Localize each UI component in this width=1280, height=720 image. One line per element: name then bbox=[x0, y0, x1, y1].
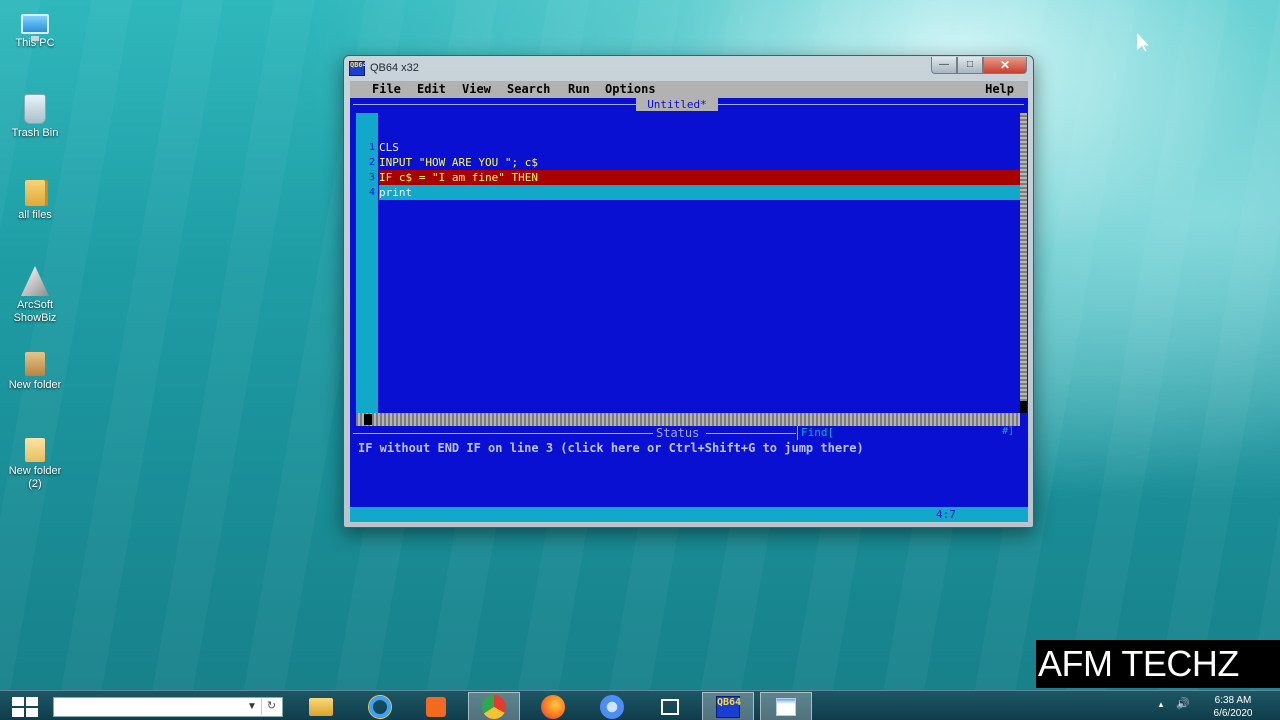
refresh-icon[interactable]: ↻ bbox=[261, 699, 281, 715]
desktop-icon-label: Trash Bin bbox=[11, 127, 59, 139]
windows-logo-icon bbox=[12, 697, 24, 706]
vertical-scrollbar[interactable] bbox=[1020, 113, 1027, 413]
watermark: AFM TECHZ bbox=[1036, 640, 1280, 688]
mouse-pointer-icon bbox=[1137, 33, 1149, 51]
line-number: 4 bbox=[368, 187, 375, 198]
qb64-app-icon[interactable]: QB64 bbox=[349, 61, 367, 76]
code-line[interactable]: INPUT "HOW ARE YOU "; c$ bbox=[379, 155, 538, 170]
taskbar: ▼ ↻ QB64 ▲ 🔊 6:38 AM 6/6/2020 bbox=[0, 690, 1280, 720]
frame-line bbox=[718, 104, 1024, 105]
horizontal-scroll-thumb[interactable] bbox=[364, 414, 372, 425]
qb64-window: QB64 QB64 x32 — □ ✕ File Edit View Searc… bbox=[343, 55, 1034, 528]
desktop-icon-label: all files bbox=[18, 209, 52, 221]
taskbar-notepad[interactable] bbox=[760, 692, 812, 720]
internet-explorer-icon bbox=[369, 695, 391, 718]
taskbar-media-player[interactable] bbox=[410, 692, 462, 720]
clock-date: 6/6/2020 bbox=[1213, 708, 1253, 719]
title-bar[interactable]: QB64 QB64 x32 — □ ✕ bbox=[344, 56, 1033, 82]
menu-file[interactable]: File bbox=[372, 82, 401, 96]
qb64-icon: QB64 bbox=[716, 695, 741, 718]
taskbar-firefox[interactable] bbox=[527, 692, 579, 720]
clock-time: 6:38 AM bbox=[1214, 695, 1252, 706]
maximize-button[interactable]: □ bbox=[957, 57, 983, 74]
taskbar-chromium[interactable] bbox=[586, 692, 638, 720]
chrome-icon bbox=[482, 694, 506, 719]
desktop-icon-new-folder[interactable]: New folder bbox=[4, 352, 66, 392]
frame-line bbox=[353, 104, 636, 105]
desktop-icon-label: New folder bbox=[8, 379, 62, 391]
show-hidden-icons-icon[interactable]: ▲ bbox=[1157, 700, 1165, 709]
find-field[interactable]: Find[ bbox=[801, 426, 834, 439]
taskbar-file-explorer[interactable] bbox=[295, 692, 347, 720]
folder-icon bbox=[25, 438, 45, 462]
chromium-icon bbox=[600, 694, 624, 719]
close-button[interactable]: ✕ bbox=[983, 57, 1027, 74]
ide-status-bar: 4:7 bbox=[350, 507, 1028, 522]
menu-search[interactable]: Search bbox=[507, 82, 550, 96]
desktop-icon-trash-bin[interactable]: Trash Bin bbox=[4, 94, 66, 140]
menu-edit[interactable]: Edit bbox=[417, 82, 446, 96]
taskbar-internet-explorer[interactable] bbox=[354, 692, 406, 720]
menu-options[interactable]: Options bbox=[605, 82, 656, 96]
cursor-position: 4:7 bbox=[936, 508, 956, 521]
document-title: Untitled* bbox=[636, 98, 718, 111]
menu-view[interactable]: View bbox=[462, 82, 491, 96]
frame-line bbox=[353, 433, 653, 434]
window-title: QB64 x32 bbox=[370, 62, 419, 74]
frame-line bbox=[797, 426, 798, 440]
find-counter: #] bbox=[1002, 426, 1015, 437]
volume-icon[interactable]: 🔊 bbox=[1176, 697, 1190, 710]
frame-line bbox=[706, 433, 796, 434]
status-label: Status bbox=[656, 426, 700, 440]
notepad-icon bbox=[776, 697, 796, 716]
line-number: 2 bbox=[368, 157, 375, 168]
taskbar-qb64[interactable]: QB64 bbox=[702, 692, 754, 720]
desktop-icon-new-folder-2[interactable]: New folder (2) bbox=[4, 438, 66, 491]
code-line-current[interactable]: print bbox=[379, 185, 412, 200]
recycle-bin-icon bbox=[24, 94, 46, 124]
desktop-icon-this-pc[interactable]: This PC bbox=[4, 8, 66, 50]
folder-icon bbox=[25, 180, 45, 206]
menu-run[interactable]: Run bbox=[568, 82, 590, 96]
code-line[interactable]: CLS bbox=[379, 140, 399, 155]
computer-icon bbox=[21, 14, 49, 41]
menu-help[interactable]: Help bbox=[985, 82, 1014, 96]
line-number: 3 bbox=[368, 172, 375, 183]
minimize-button[interactable]: — bbox=[931, 57, 957, 74]
vertical-scroll-thumb[interactable] bbox=[1020, 401, 1027, 413]
qb64-ide: File Edit View Search Run Options Help U… bbox=[350, 81, 1028, 522]
status-message[interactable]: IF without END IF on line 3 (click here … bbox=[358, 441, 864, 455]
task-view-icon bbox=[661, 698, 679, 715]
horizontal-scrollbar[interactable] bbox=[356, 413, 1020, 426]
desktop-icon-label: New folder (2) bbox=[8, 465, 62, 490]
taskbar-clock[interactable]: 6:38 AM 6/6/2020 bbox=[1203, 694, 1263, 720]
line-number: 1 bbox=[368, 142, 375, 153]
taskbar-chrome[interactable] bbox=[468, 692, 520, 720]
desktop-icon-all-files[interactable]: all files bbox=[4, 180, 66, 222]
desktop-icon-arcsoft-showbiz[interactable]: ArcSoft ShowBiz bbox=[4, 266, 66, 325]
arcsoft-icon bbox=[21, 266, 49, 296]
current-line-highlight bbox=[379, 185, 1020, 200]
media-player-icon bbox=[426, 696, 446, 717]
firefox-icon bbox=[541, 694, 565, 719]
chevron-down-icon[interactable]: ▼ bbox=[247, 701, 257, 712]
taskbar-search-input[interactable]: ▼ ↻ bbox=[53, 697, 283, 717]
taskbar-task-view[interactable] bbox=[644, 692, 696, 720]
desktop-icon-label: ArcSoft ShowBiz bbox=[13, 299, 57, 324]
start-button[interactable] bbox=[12, 697, 38, 717]
code-line-error[interactable]: IF c$ = "I am fine" THEN bbox=[379, 170, 538, 185]
menu-bar: File Edit View Search Run Options Help bbox=[350, 81, 1028, 98]
file-explorer-icon bbox=[309, 697, 333, 716]
folder-icon bbox=[25, 352, 45, 376]
